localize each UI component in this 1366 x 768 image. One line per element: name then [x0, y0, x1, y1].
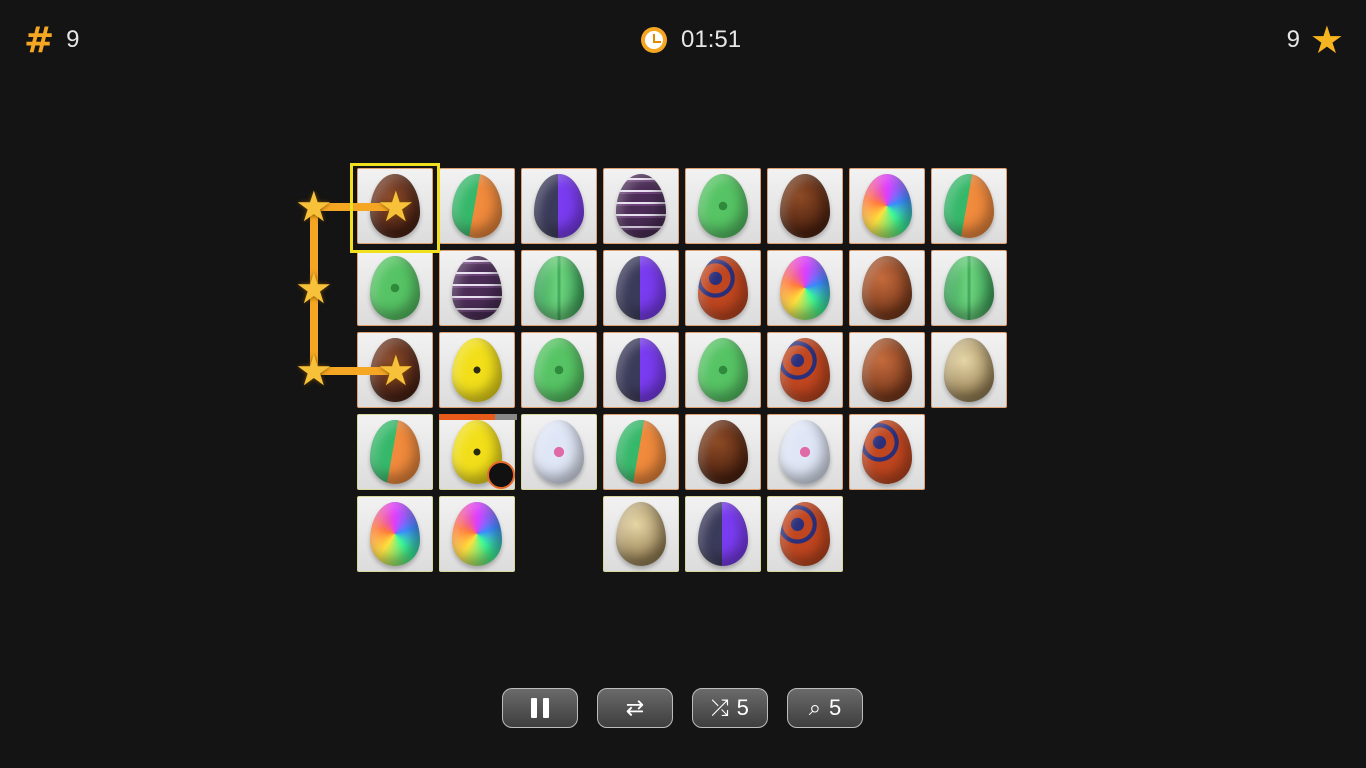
- purple-split-egg-icon: [616, 338, 666, 402]
- swap-icon: ⇄: [625, 695, 645, 721]
- green-floral-egg-icon: [698, 338, 748, 402]
- green-floral-egg-icon: [698, 174, 748, 238]
- purple-split-egg-icon: [534, 174, 584, 238]
- tile-bow[interactable]: [767, 168, 843, 244]
- tile-green-floral[interactable]: [685, 168, 761, 244]
- hint-count: 5: [829, 695, 842, 720]
- tile-spiral[interactable]: [849, 414, 925, 490]
- green-orange-egg-icon: [452, 174, 502, 238]
- gold-egg-icon: [616, 502, 666, 566]
- purple-split-egg-icon: [698, 502, 748, 566]
- path-star-icon: ★: [295, 346, 333, 395]
- bomb-timer-fill: [439, 414, 496, 420]
- path-star-icon: ★: [377, 182, 415, 231]
- tile-gold[interactable]: [603, 496, 679, 572]
- bow-egg-icon: [780, 174, 830, 238]
- pause-button[interactable]: [502, 688, 578, 728]
- tile-spiral[interactable]: [767, 332, 843, 408]
- blue-floral-egg-icon: [534, 420, 584, 484]
- tile-spiral[interactable]: [685, 250, 761, 326]
- shuffle-button[interactable]: ⤮ 5: [692, 688, 768, 728]
- tile-rainbow[interactable]: [357, 496, 433, 572]
- green-orange-egg-icon: [616, 420, 666, 484]
- bomb-timer-bar: [439, 414, 517, 420]
- spiral-egg-icon: [780, 502, 830, 566]
- tile-purple-split[interactable]: [603, 332, 679, 408]
- tile-bow[interactable]: [685, 414, 761, 490]
- magnifier-icon: ⌕: [808, 695, 822, 721]
- green-floral-egg-icon: [370, 256, 420, 320]
- tile-rainbow[interactable]: [767, 250, 843, 326]
- green-orange-egg-icon: [944, 174, 994, 238]
- folk-purple-egg-icon: [452, 256, 502, 320]
- spiral-egg-icon: [698, 256, 748, 320]
- folk-purple-egg-icon: [616, 174, 666, 238]
- tile-green-floral[interactable]: [685, 332, 761, 408]
- green-orange-egg-icon: [370, 420, 420, 484]
- tile-green-floral[interactable]: [521, 332, 597, 408]
- tile-folk-purple[interactable]: [439, 250, 515, 326]
- gold-egg-icon: [944, 338, 994, 402]
- tile-green-orange[interactable]: [931, 168, 1007, 244]
- tile-rainbow[interactable]: [849, 168, 925, 244]
- rainbow-egg-icon: [370, 502, 420, 566]
- tile-green-orange[interactable]: [603, 414, 679, 490]
- green-stripe-egg-icon: [534, 256, 584, 320]
- chick-egg-icon: [862, 256, 912, 320]
- tile-blue-floral[interactable]: [521, 414, 597, 490]
- tile-blue-floral[interactable]: [767, 414, 843, 490]
- game-board: ★ ★ ★ ★ ★: [0, 0, 1366, 768]
- path-star-icon: ★: [377, 346, 415, 395]
- path-star-icon: ★: [295, 264, 333, 313]
- blue-floral-egg-icon: [780, 420, 830, 484]
- spiral-egg-icon: [780, 338, 830, 402]
- pause-icon: [531, 698, 549, 718]
- shuffle-icon: ⤮: [711, 695, 729, 721]
- tile-green-stripe[interactable]: [931, 250, 1007, 326]
- rainbow-egg-icon: [862, 174, 912, 238]
- tile-purple-split[interactable]: [521, 168, 597, 244]
- tile-green-stripe[interactable]: [521, 250, 597, 326]
- path-star-icon: ★: [295, 182, 333, 231]
- tile-folk-purple[interactable]: [603, 168, 679, 244]
- spiral-egg-icon: [862, 420, 912, 484]
- tile-rainbow[interactable]: [439, 496, 515, 572]
- shuffle-count: 5: [736, 695, 749, 720]
- green-floral-egg-icon: [534, 338, 584, 402]
- tile-green-orange[interactable]: [439, 168, 515, 244]
- green-stripe-egg-icon: [944, 256, 994, 320]
- bomb-icon: [487, 461, 515, 489]
- swap-button[interactable]: ⇄: [597, 688, 673, 728]
- tile-gold[interactable]: [931, 332, 1007, 408]
- tile-yellow-folk[interactable]: [439, 332, 515, 408]
- tile-chick[interactable]: [849, 250, 925, 326]
- yellow-folk-egg-icon: [452, 338, 502, 402]
- tile-green-floral[interactable]: [357, 250, 433, 326]
- bow-egg-icon: [698, 420, 748, 484]
- toolbar: ⇄ ⤮ 5 ⌕ 5: [502, 688, 863, 728]
- tile-purple-split[interactable]: [685, 496, 761, 572]
- tile-chick[interactable]: [849, 332, 925, 408]
- purple-split-egg-icon: [616, 256, 666, 320]
- chick-egg-icon: [862, 338, 912, 402]
- tile-spiral[interactable]: [767, 496, 843, 572]
- rainbow-egg-icon: [452, 502, 502, 566]
- hint-button[interactable]: ⌕ 5: [787, 688, 863, 728]
- tile-purple-split[interactable]: [603, 250, 679, 326]
- rainbow-egg-icon: [780, 256, 830, 320]
- tile-green-orange[interactable]: [357, 414, 433, 490]
